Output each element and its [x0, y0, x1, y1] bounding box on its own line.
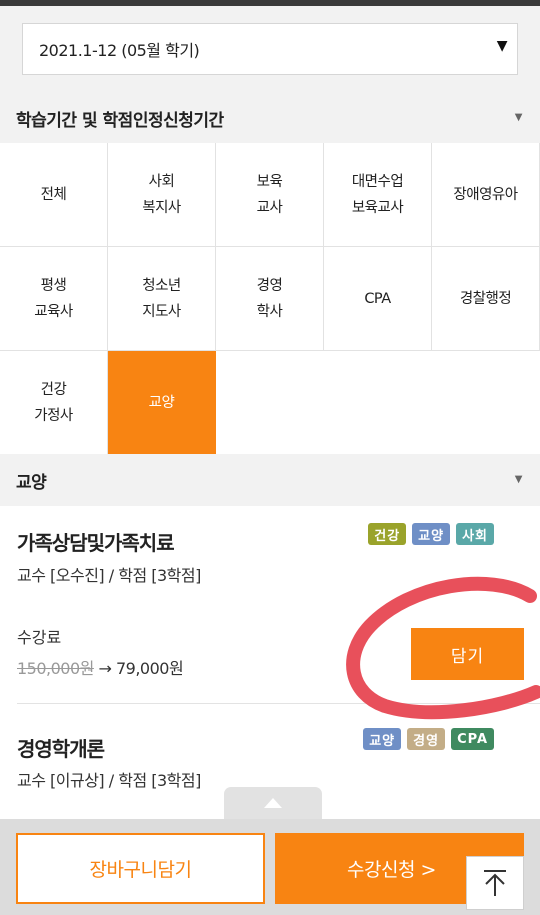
list-section-header[interactable]: 교양 ▼	[0, 454, 540, 506]
category-police-admin[interactable]: 경찰행정	[432, 247, 540, 351]
semester-select[interactable]: 2021.1-12 (05월 학기) ▼	[22, 23, 518, 75]
tag-health: 건강	[368, 523, 407, 545]
list-section-title: 교양	[16, 472, 47, 493]
add-to-cart-button[interactable]: 담기	[411, 628, 524, 680]
category-business-bachelor[interactable]: 경영 학사	[216, 247, 324, 351]
tag-business: 경영	[407, 728, 446, 750]
tag-cpa: CPA	[451, 728, 494, 750]
period-section-header[interactable]: 학습기간 및 학점인정신청기간 ▼	[0, 94, 540, 142]
original-price: 150,000원	[17, 659, 94, 678]
bottom-action-bar: 수강료 장바구니담기 수강신청 >	[0, 819, 540, 915]
category-social-worker[interactable]: 사회 복지사	[108, 143, 216, 247]
semester-selected-value: 2021.1-12 (05월 학기)	[39, 41, 200, 60]
category-lifelong-educator[interactable]: 평생 교육사	[0, 247, 108, 351]
category-liberal-arts[interactable]: 교양	[108, 351, 216, 455]
course-meta: 교수 [오수진] / 학점 [3학점]	[17, 566, 201, 585]
tag-social: 사회	[456, 523, 494, 545]
category-youth-instructor[interactable]: 청소년 지도사	[108, 247, 216, 351]
course-title[interactable]: 가족상담및가족치료	[17, 527, 175, 556]
price-label: 수강료	[17, 628, 62, 647]
tag-liberal-arts: 교양	[363, 728, 402, 750]
category-grid: 전체 사회 복지사 보육 교사 대면수업 보육교사 장애영유아 평생 교육사 청…	[0, 143, 540, 455]
course-tags: 건강 교양 사회	[368, 523, 494, 545]
price-arrow: →	[98, 659, 112, 678]
chevron-down-icon: ▼	[514, 112, 523, 123]
grid-empty-space	[216, 351, 540, 455]
expand-panel-tab[interactable]	[224, 787, 322, 819]
category-family-health[interactable]: 건강 가정사	[0, 351, 108, 455]
cart-button[interactable]: 장바구니담기	[16, 833, 265, 904]
category-disabled-infant[interactable]: 장애영유아	[432, 143, 540, 247]
semester-area: 2021.1-12 (05월 학기) ▼	[0, 6, 540, 94]
course-tags: 교양 경영 CPA	[363, 728, 494, 750]
arrow-up-icon	[484, 870, 506, 896]
course-meta: 교수 [이규상] / 학점 [3학점]	[17, 771, 201, 790]
chevron-up-icon	[264, 798, 282, 808]
price-line: 150,000원 → 79,000원	[17, 655, 184, 679]
divider	[17, 703, 540, 704]
category-in-person-childcare[interactable]: 대면수업 보육교사	[324, 143, 432, 247]
category-cpa[interactable]: CPA	[324, 247, 432, 351]
chevron-down-icon: ▼	[514, 474, 523, 485]
category-all[interactable]: 전체	[0, 143, 108, 247]
final-price: 79,000원	[115, 659, 184, 678]
dropdown-caret-icon: ▼	[496, 38, 508, 54]
scroll-to-top-button[interactable]	[466, 856, 524, 910]
course-title[interactable]: 경영학개론	[17, 733, 105, 762]
period-section-title: 학습기간 및 학점인정신청기간	[16, 110, 224, 131]
tag-liberal-arts: 교양	[412, 523, 451, 545]
category-childcare-teacher[interactable]: 보육 교사	[216, 143, 324, 247]
